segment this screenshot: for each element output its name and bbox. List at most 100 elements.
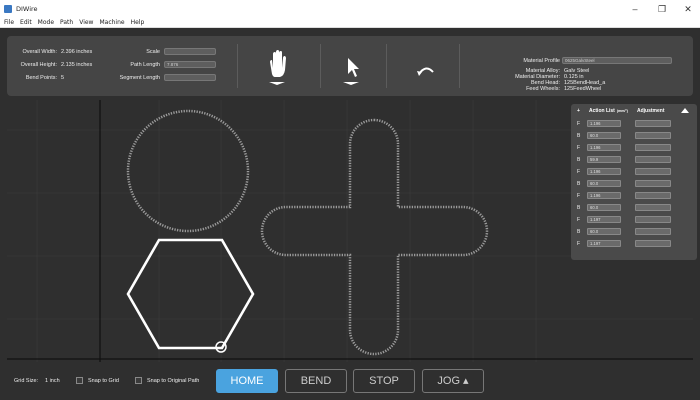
undo-arc-icon [417,67,434,76]
action-row[interactable]: B 60.0 [571,228,697,237]
action-adjustment-input[interactable] [635,180,671,187]
collapse-panel-icon[interactable] [681,107,689,114]
action-type: F [577,193,581,199]
segment-length-label: Segment Length [119,75,160,81]
action-type: B [577,181,581,187]
toolbar-divider [386,44,387,88]
action-value-input[interactable]: 1.196 [587,120,621,127]
action-adjustment-input[interactable] [635,132,671,139]
scale-label: Scale [146,49,160,55]
action-adjustment-input[interactable] [635,156,671,163]
action-adjustment-input[interactable] [635,168,671,175]
overall-width-label: Overall Width: [22,49,57,55]
action-value-input[interactable]: 1.197 [587,240,621,247]
action-adjustment-input[interactable] [635,120,671,127]
select-tool-button[interactable] [334,44,368,88]
overall-height-label: Overall Height: [20,62,57,68]
grid-size-label: Grid Size: [14,378,39,384]
action-row[interactable]: B 59.9 [571,156,697,165]
cursor-arrow-icon [343,58,359,85]
action-row[interactable]: F 1.197 [571,240,697,249]
action-value-input[interactable]: 1.196 [587,192,621,199]
action-value-input[interactable]: 1.196 [587,144,621,151]
menu-path[interactable]: Path [60,19,73,26]
grid-size-value[interactable]: 1 inch [45,378,60,384]
toolbar-divider [237,44,238,88]
adjustment-header: Adjustment [637,108,665,114]
action-list-unit: (mm/°) [617,109,628,113]
jog-dropdown-button[interactable]: JOG ▴ [422,369,484,393]
bottom-control-bar: Grid Size: 1 inch Snap to Grid Snap to O… [0,362,700,400]
action-row[interactable]: F 1.197 [571,216,697,225]
home-button[interactable]: HOME [216,369,278,393]
action-value-input[interactable]: 1.196 [587,168,621,175]
material-profile-select[interactable]: 0625GalvSteel [562,57,672,64]
action-adjustment-input[interactable] [635,144,671,151]
action-type: B [577,229,581,235]
action-type: B [577,133,581,139]
toolbar-divider [459,44,460,88]
action-list-header: Action List [589,108,615,114]
maximize-button[interactable]: ❐ [652,0,672,18]
menu-view[interactable]: View [79,19,93,26]
top-info-panel: Overall Width: 2.396 inches Overall Heig… [7,36,693,96]
action-value-input[interactable]: 60.0 [587,132,621,139]
action-row[interactable]: B 60.0 [571,180,697,189]
window-title: DIWire [16,5,38,13]
segment-length-input[interactable] [164,74,216,81]
undo-button[interactable] [409,44,443,88]
menu-edit[interactable]: Edit [20,19,32,26]
bend-button[interactable]: BEND [285,369,347,393]
menu-help[interactable]: Help [131,19,145,26]
hand-tool-button[interactable] [260,44,294,88]
action-type: F [577,217,581,223]
feed-wheels-label: Feed Wheels: [526,86,560,92]
action-row[interactable]: F 1.196 [571,120,697,129]
hand-icon [269,50,286,85]
action-type: F [577,169,581,175]
action-value-input[interactable]: 60.0 [587,180,621,187]
action-value-input[interactable]: 59.9 [587,156,621,163]
action-list-add-icon[interactable]: + [577,108,580,114]
action-row[interactable]: F 1.196 [571,192,697,201]
toolbar-divider [320,44,321,88]
action-adjustment-input[interactable] [635,192,671,199]
action-type: B [577,157,581,163]
snap-to-grid-checkbox[interactable] [76,377,83,384]
action-type: B [577,205,581,211]
bend-points-value: 5 [61,75,65,81]
snap-to-original-path-label: Snap to Original Path [147,378,200,384]
feed-wheels-value: 125FeedWheel [564,86,602,92]
action-adjustment-input[interactable] [635,204,671,211]
snap-to-original-path-checkbox[interactable] [135,377,142,384]
action-type: F [577,145,581,151]
menu-machine[interactable]: Machine [99,19,124,26]
close-button[interactable]: ✕ [678,0,698,18]
action-value-input[interactable]: 60.0 [587,204,621,211]
action-value-input[interactable]: 1.197 [587,216,621,223]
action-row[interactable]: B 60.0 [571,204,697,213]
title-bar: DIWire – ❐ ✕ [0,0,700,18]
stop-button[interactable]: STOP [353,369,415,393]
action-type: F [577,121,581,127]
material-profile-label: Material Profile [523,58,560,64]
overall-width-value: 2.396 inches [61,49,93,55]
app-logo-icon [4,5,12,13]
action-adjustment-input[interactable] [635,228,671,235]
action-list-panel: + Action List (mm/°) Adjustment F 1.196 … [571,104,697,260]
menu-file[interactable]: File [4,19,14,26]
path-length-input[interactable]: 7.876 [164,61,216,68]
action-type: F [577,241,581,247]
action-row[interactable]: B 60.0 [571,132,697,141]
circle-path[interactable] [126,109,250,233]
scale-input[interactable] [164,48,216,55]
action-value-input[interactable]: 60.0 [587,228,621,235]
minimize-button[interactable]: – [625,0,645,18]
action-adjustment-input[interactable] [635,216,671,223]
menu-mode[interactable]: Mode [38,19,54,26]
action-row[interactable]: F 1.196 [571,168,697,177]
action-adjustment-input[interactable] [635,240,671,247]
overall-height-value: 2.135 inches [61,62,93,68]
bend-points-label: Bend Points: [25,75,57,81]
action-row[interactable]: F 1.196 [571,144,697,153]
